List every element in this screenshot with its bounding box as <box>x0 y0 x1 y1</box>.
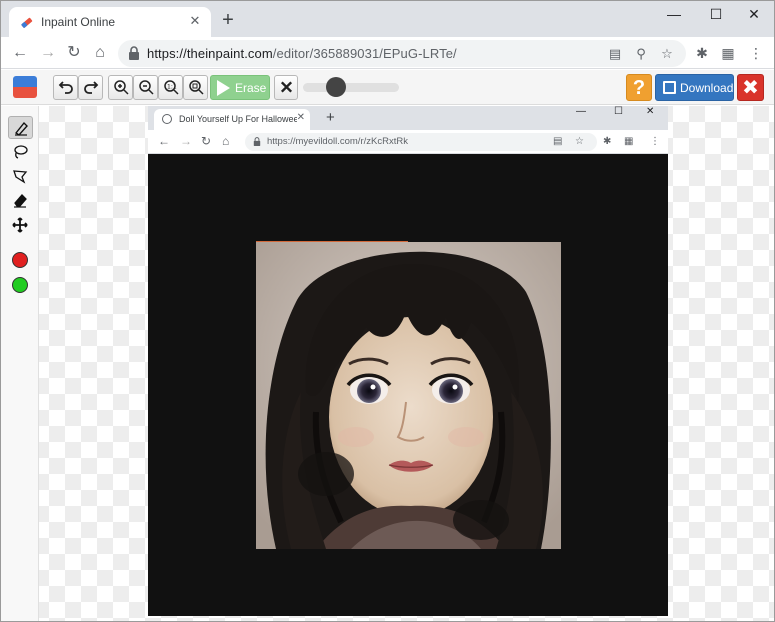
move-icon <box>12 217 28 233</box>
maximize-icon[interactable]: ☐ <box>703 4 729 24</box>
address-bar[interactable]: https://theinpaint.com/editor/365889031/… <box>118 40 686 67</box>
inner-tab-title: Doll Yourself Up For Halloween <box>179 114 297 124</box>
tab-close-icon[interactable]: ✕ <box>187 13 203 29</box>
globe-icon <box>162 114 172 124</box>
tab-strip: Inpaint Online ✕ + — ☐ ✕ <box>1 1 774 37</box>
inpaint-favicon-icon <box>21 17 33 28</box>
inner-menu-icon: ⋮ <box>650 136 660 147</box>
tool-panel <box>1 106 39 621</box>
inner-new-tab-icon: + <box>326 109 335 126</box>
minimize-icon[interactable]: — <box>661 4 687 24</box>
inpaint-logo <box>13 76 37 98</box>
zoom-actual-icon: 1:1 <box>164 80 179 95</box>
svg-text:1:1: 1:1 <box>167 84 177 91</box>
download-label: Download <box>680 81 734 95</box>
inner-star-icon: ☆ <box>575 136 584 147</box>
inner-address-bar: https://myevildoll.com/r/zKcRxtRk ▤ ☆ <box>245 133 597 151</box>
inner-minimize-icon: — <box>576 106 586 117</box>
clear-x-icon <box>280 81 293 93</box>
undo-icon <box>58 81 73 94</box>
profile-icon[interactable]: ▦ <box>719 44 737 62</box>
lasso-tool-button[interactable] <box>8 141 33 164</box>
marker-tool-button[interactable] <box>8 116 33 139</box>
zoom-actual-button[interactable]: 1:1 <box>158 75 183 100</box>
extensions-icon[interactable]: ✱ <box>693 44 711 62</box>
browser-window: Inpaint Online ✕ + — ☐ ✕ ← → ↻ ⌂ https:/… <box>0 0 775 622</box>
erase-label: Erase <box>235 81 267 95</box>
erase-button[interactable]: Erase <box>210 75 270 100</box>
inner-lock-icon <box>253 137 261 146</box>
download-button[interactable]: Download <box>655 74 734 101</box>
inner-translate-icon: ▤ <box>553 136 563 147</box>
redo-button[interactable] <box>78 75 103 100</box>
close-editor-button[interactable]: ✖ <box>737 74 764 101</box>
eraser-icon <box>14 194 27 208</box>
zoom-fit-button[interactable] <box>183 75 208 100</box>
inner-tab: Doll Yourself Up For Halloween ✕ <box>154 109 310 130</box>
inner-browser-screenshot: Doll Yourself Up For Halloween ✕ + — ☐ ✕… <box>148 106 668 154</box>
zoom-fit-icon <box>189 80 204 95</box>
tab-inpaint-online[interactable]: Inpaint Online ✕ <box>9 7 211 37</box>
inner-forward-icon: → <box>180 134 192 148</box>
zoom-in-icon <box>114 80 129 95</box>
zoom-in-button[interactable] <box>108 75 133 100</box>
move-tool-button[interactable] <box>8 214 33 237</box>
doll-face-illustration <box>256 242 561 549</box>
inpaint-toolbar: 1:1 Erase ? Download ✖ <box>1 70 774 105</box>
tab-title: Inpaint Online <box>41 15 116 29</box>
zoom-icon[interactable]: ⚲ <box>632 45 650 63</box>
reload-icon[interactable]: ↻ <box>63 42 85 64</box>
url-text: https://theinpaint.com/editor/365889031/… <box>147 46 457 61</box>
polygon-lasso-icon <box>13 170 28 184</box>
home-icon[interactable]: ⌂ <box>89 42 111 64</box>
redo-icon <box>84 81 99 94</box>
translate-icon[interactable]: ▤ <box>606 45 624 63</box>
window-close-icon[interactable]: ✕ <box>741 4 767 24</box>
polygon-lasso-tool-button[interactable] <box>8 165 33 188</box>
brush-size-slider[interactable] <box>303 83 399 92</box>
play-icon <box>217 80 230 96</box>
save-disk-icon <box>663 81 676 94</box>
zoom-out-button[interactable] <box>133 75 158 100</box>
keep-color-green[interactable] <box>12 277 28 293</box>
inner-reload-icon: ↻ <box>201 134 212 148</box>
forward-icon[interactable]: → <box>37 42 59 64</box>
browser-toolbar: ← → ↻ ⌂ https://theinpaint.com/editor/36… <box>1 37 774 69</box>
new-tab-button[interactable]: + <box>219 10 237 30</box>
doll-face-photo <box>256 242 561 549</box>
inner-extensions-icon: ✱ <box>603 136 612 147</box>
zoom-out-icon <box>139 80 154 95</box>
eraser-tool-button[interactable] <box>8 189 33 212</box>
inner-tab-close-icon: ✕ <box>296 112 305 123</box>
menu-kebab-icon[interactable]: ⋮ <box>747 44 765 62</box>
marker-icon <box>14 121 28 136</box>
help-button[interactable]: ? <box>626 74 652 101</box>
bookmark-star-icon[interactable]: ☆ <box>658 45 676 63</box>
inner-toolbar: ← → ↻ ⌂ https://myevildoll.com/r/zKcRxtR… <box>148 130 668 154</box>
inner-tab-strip: Doll Yourself Up For Halloween ✕ + — ☐ ✕ <box>148 106 668 130</box>
inner-profile-icon: ▦ <box>624 136 634 147</box>
mask-color-red[interactable] <box>12 252 28 268</box>
brush-size-slider-thumb[interactable] <box>325 77 346 97</box>
back-icon[interactable]: ← <box>9 42 31 64</box>
inner-home-icon: ⌂ <box>222 134 230 148</box>
undo-button[interactable] <box>53 75 78 100</box>
inner-close-icon: ✕ <box>646 106 655 117</box>
inner-maximize-icon: ☐ <box>614 106 623 117</box>
lasso-icon <box>14 145 28 159</box>
clear-mask-button[interactable] <box>274 75 298 100</box>
lock-icon <box>129 46 139 60</box>
inner-url-text: https://myevildoll.com/r/zKcRxtRk <box>267 136 408 147</box>
inner-back-icon: ← <box>158 134 170 148</box>
